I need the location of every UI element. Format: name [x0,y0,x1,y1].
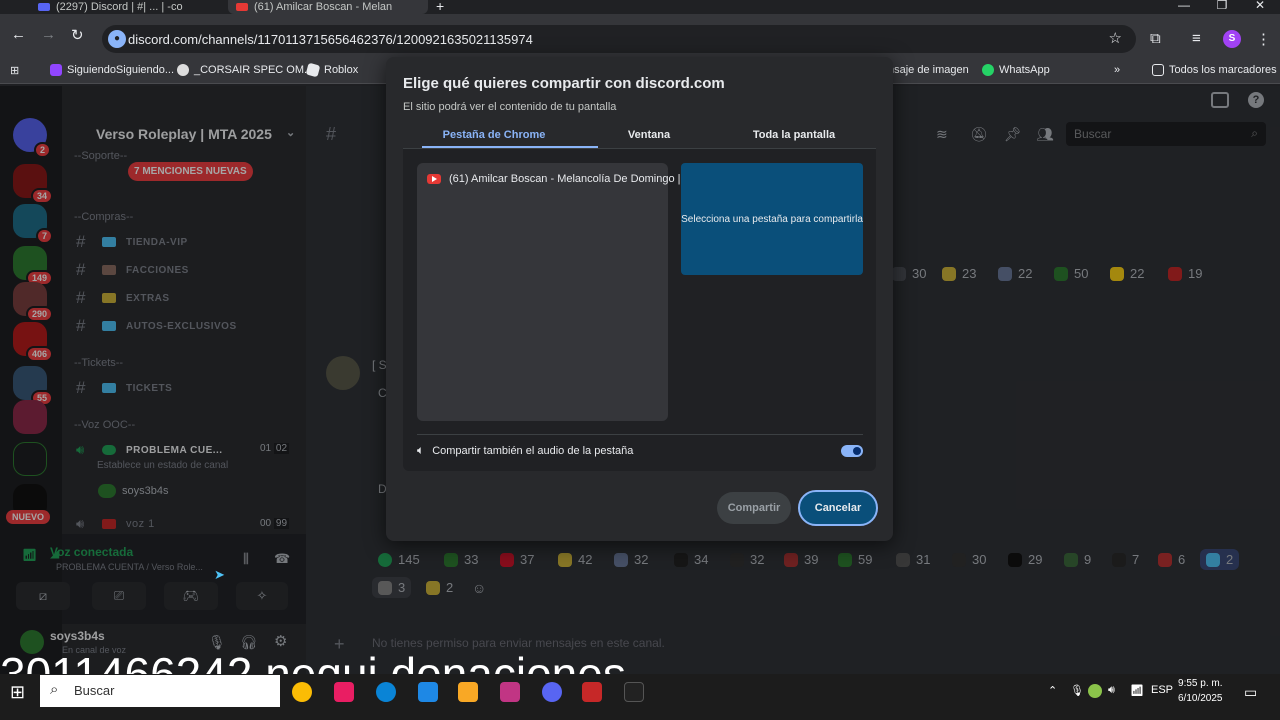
profile-avatar[interactable]: S [1223,30,1241,48]
bookmark-item[interactable]: nsaje de imagen [888,64,969,76]
wifi-icon[interactable]: 📶︎ [1130,684,1144,697]
bookmark-item[interactable]: SiguiendoSiguiendo... [50,64,174,76]
tab-title: (2297) Discord | #| ... | -co [56,1,183,13]
apps-grid-icon[interactable]: ⊞ [10,64,19,77]
chevron-up-icon[interactable]: ⌃ [1048,684,1057,697]
dialog-title: Elige qué quieres compartir con discord.… [403,75,725,92]
tab-list: (61) Amilcar Boscan - Melancolía De Domi… [417,163,681,421]
tab-discord[interactable]: (2297) Discord | #| ... | -co [30,0,225,14]
share-content: (61) Amilcar Boscan - Melancolía De Domi… [403,149,876,471]
taskbar-search[interactable]: ⌕ Buscar [40,675,280,707]
search-icon: ⌕ [50,681,59,698]
windows-start-icon[interactable]: ⊞ [10,682,25,703]
dialog-subtitle: El sitio podrá ver el contenido de tu pa… [403,101,617,113]
extensions-icon[interactable]: ⧉ [1150,30,1161,47]
menu-kebab-icon[interactable]: ⋮ [1256,30,1271,48]
app-icon[interactable] [582,682,602,702]
active-tab-indicator [422,146,598,148]
windows-taskbar: ⊞ ⌕ Buscar ⌃ 🎙︎ 🔊︎ 📶︎ ESP 9:55 p. m. 6/1… [0,674,1280,720]
youtube-icon [427,174,441,184]
maximize-icon[interactable]: ❐ [1204,0,1240,11]
file-explorer-icon[interactable] [458,682,478,702]
folder-icon [1152,64,1164,76]
minimize-icon[interactable]: — [1166,0,1202,11]
media-control-icon[interactable]: ≡ [1192,30,1201,47]
discord-icon[interactable] [542,682,562,702]
share-preview: Selecciona una pestaña para compartirla [681,163,863,275]
forward-icon[interactable]: → [41,26,56,43]
bookmark-star-icon[interactable]: ☆ [1109,29,1122,47]
whatsapp-icon [982,64,994,76]
microphone-icon[interactable]: 🎙︎ [1070,684,1084,697]
volume-icon[interactable]: 🔊︎ [1108,684,1115,697]
screen-share-dialog: Elige qué quieres compartir con discord.… [386,57,893,541]
globe-icon [177,64,189,76]
youtube-favicon-icon [236,3,248,11]
chrome-icon[interactable] [292,682,312,702]
site-info-icon[interactable]: ● [108,30,126,48]
bookmark-item[interactable]: WhatsApp [982,64,1050,76]
divider [417,434,863,435]
language-indicator[interactable]: ESP [1151,684,1173,696]
notifications-icon[interactable]: ▭ [1244,684,1257,701]
speaker-icon: 🔈︎ [417,443,425,457]
cancel-button[interactable]: Cancelar [798,490,878,526]
tab-entire-screen[interactable]: Toda la pantalla [706,129,882,149]
app-icon[interactable] [624,682,644,702]
url-text: discord.com/channels/1170113715656462376… [128,31,533,47]
clock[interactable]: 9:55 p. m. 6/10/2025 [1178,676,1223,706]
share-button[interactable]: Compartir [717,492,791,524]
share-audio-toggle[interactable] [841,445,863,457]
edge-icon[interactable] [376,682,396,702]
browser-tab-strip: (2297) Discord | #| ... | -co (61) Amilc… [0,0,1280,14]
store-icon[interactable] [418,682,438,702]
tab-title: (61) Amilcar Boscan - Melan [254,1,393,13]
twitch-icon [50,64,62,76]
discord-favicon-icon [38,3,50,11]
reload-icon[interactable]: ↻ [71,26,84,44]
all-bookmarks[interactable]: Todos los marcadores [1152,64,1277,76]
app-icon[interactable] [334,682,354,702]
share-audio-option: 🔈︎ Compartir también el audio de la pest… [417,443,634,457]
cursor-icon: ➤ [214,567,225,582]
back-icon[interactable]: ← [11,26,26,43]
close-icon[interactable]: ✕ [1242,0,1278,11]
bookmark-item[interactable]: Roblox [305,62,358,78]
address-bar[interactable]: ● discord.com/channels/11701137156564623… [102,25,1136,53]
more-bookmarks-icon[interactable]: » [1114,64,1120,76]
app-tray-icon[interactable] [1088,684,1102,698]
roblox-icon [305,62,321,78]
bookmark-item[interactable]: _CORSAIR SPEC OM... [177,64,313,76]
shareable-tab-item[interactable]: (61) Amilcar Boscan - Melancolía De Domi… [427,173,681,185]
instagram-icon[interactable] [500,682,520,702]
tab-youtube[interactable]: (61) Amilcar Boscan - Melan [228,0,428,14]
new-tab-button[interactable]: + [436,0,444,14]
